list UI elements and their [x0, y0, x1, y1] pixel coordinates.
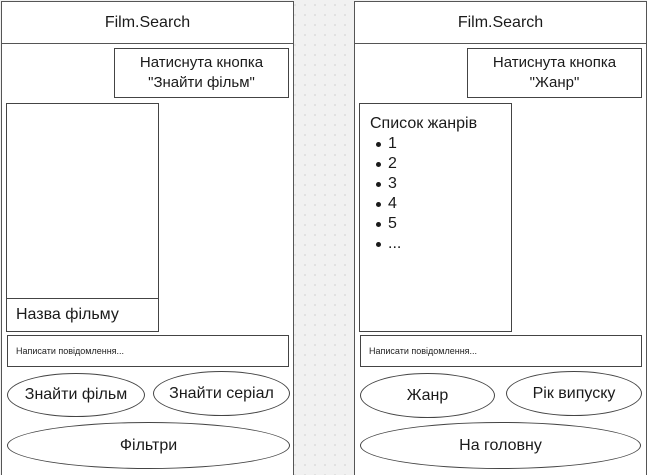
bullet-icon	[376, 221, 381, 227]
app-header: Film.Search	[355, 2, 646, 44]
screen-find-film: Film.Search Натиснута кнопка "Знайти філ…	[1, 1, 294, 475]
bullet-icon	[376, 141, 381, 147]
find-series-button[interactable]: Знайти серіал	[153, 371, 290, 416]
home-button[interactable]: На головну	[360, 422, 641, 469]
state-note: Натиснута кнопка "Знайти фільм"	[114, 48, 289, 98]
film-title-label: Назва фільму	[7, 298, 158, 331]
genre-list-title: Список жанрів	[370, 115, 478, 132]
genre-list-item[interactable]: 5	[376, 214, 511, 234]
find-film-button[interactable]: Знайти фільм	[7, 373, 145, 417]
message-input[interactable]: Написати повідомлення...	[7, 335, 289, 367]
diagram-canvas: Film.Search Натиснута кнопка "Знайти філ…	[0, 0, 647, 475]
genre-item-label: 5	[388, 215, 397, 232]
genre-item-label: 3	[388, 175, 397, 192]
release-year-button[interactable]: Рік випуску	[506, 371, 642, 416]
message-input[interactable]: Написати повідомлення...	[360, 335, 642, 367]
bullet-icon	[376, 241, 381, 247]
bullet-icon	[376, 161, 381, 167]
genre-list-item[interactable]: 4	[376, 194, 511, 214]
genre-item-label: 4	[388, 195, 397, 212]
filters-button[interactable]: Фільтри	[7, 422, 290, 469]
genre-list-item[interactable]: 2	[376, 154, 511, 174]
app-title: Film.Search	[104, 13, 191, 31]
genre-list-item[interactable]: 1	[376, 134, 511, 154]
genre-item-label: 1	[388, 135, 397, 152]
genre-list-panel: Список жанрів 1 2 3 4 5 ...	[359, 103, 512, 332]
genre-list: 1 2 3 4 5 ...	[370, 134, 511, 254]
genre-item-label: 2	[388, 155, 397, 172]
app-header: Film.Search	[2, 2, 293, 44]
app-title: Film.Search	[457, 13, 544, 31]
bullet-icon	[376, 201, 381, 207]
film-poster-card[interactable]: Назва фільму	[6, 103, 159, 332]
genre-list-item[interactable]: 3	[376, 174, 511, 194]
bullet-icon	[376, 181, 381, 187]
genre-item-label: ...	[388, 235, 402, 252]
genre-list-item[interactable]: ...	[376, 234, 511, 254]
screen-genre: Film.Search Натиснута кнопка "Жанр" Спис…	[354, 1, 647, 475]
genre-button[interactable]: Жанр	[360, 373, 495, 418]
state-note: Натиснута кнопка "Жанр"	[467, 48, 642, 98]
